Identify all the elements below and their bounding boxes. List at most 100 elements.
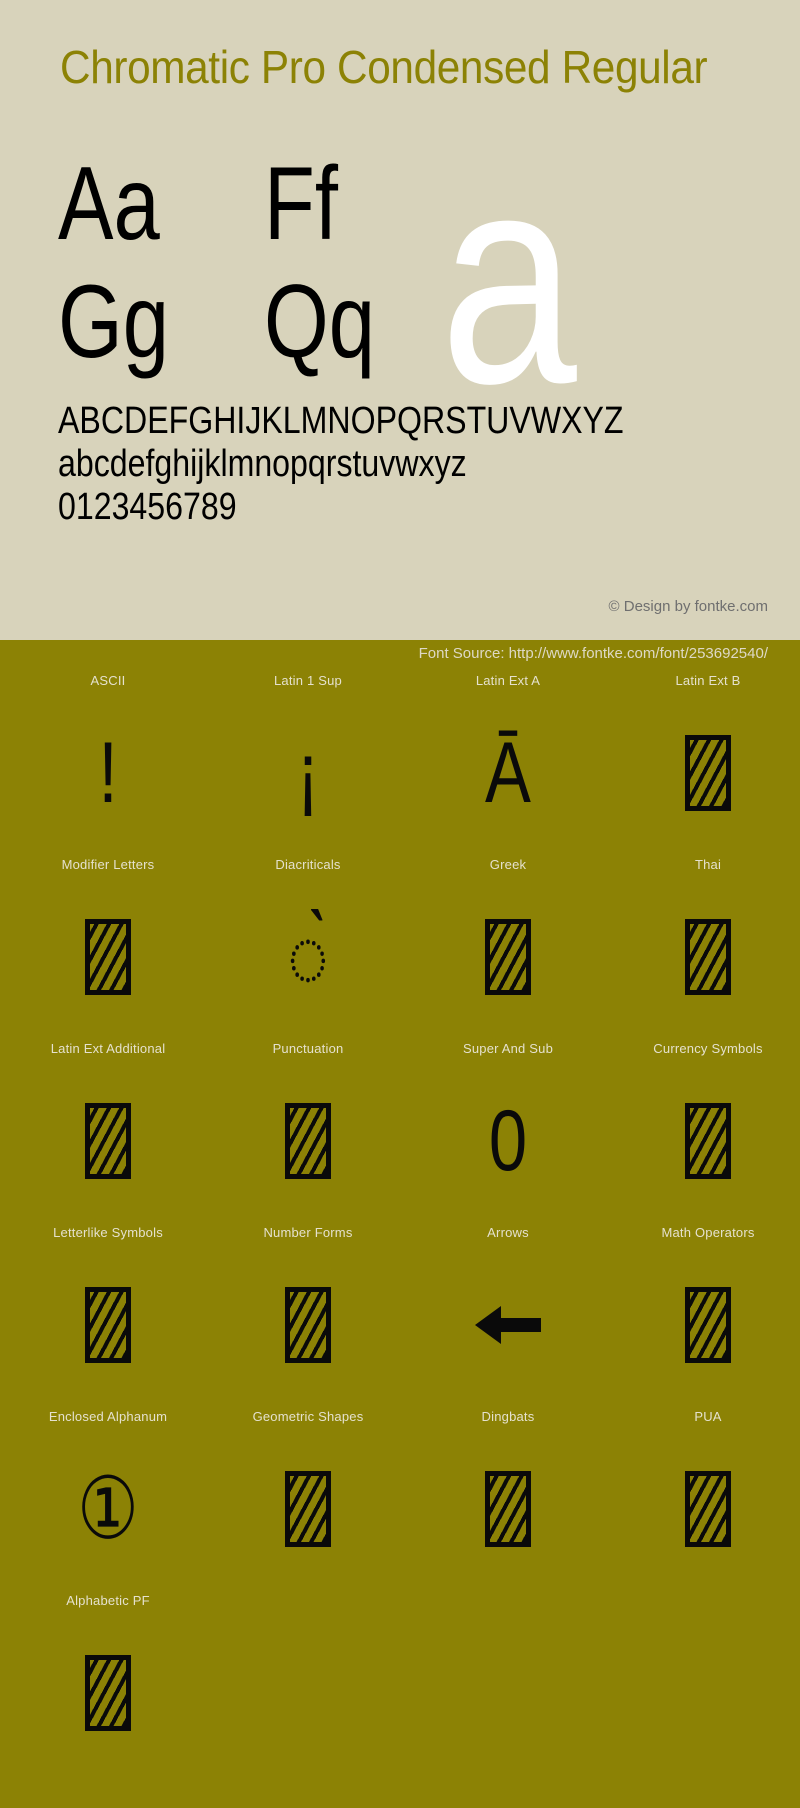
specimen-panel: Chromatic Pro Condensed Regular Aa Ff Gg…	[0, 0, 800, 640]
tofu-box-icon	[685, 1471, 731, 1547]
tofu-box-icon	[85, 919, 131, 995]
waterfall-samples: Aa Ff Gg Qq	[58, 148, 478, 384]
uppercase-alphabet: ABCDEFGHIJKLMNOPQRSTUVWXYZ	[58, 400, 624, 442]
unicode-block-label: Thai	[694, 857, 722, 872]
unicode-block-label: Modifier Letters	[61, 857, 155, 872]
tofu-box-icon	[285, 1287, 331, 1363]
unicode-block-cell-diacriticals[interactable]: Diacriticals ◌̀	[216, 856, 400, 1040]
tofu-box-icon	[685, 735, 731, 811]
tofu-box-icon	[685, 1103, 731, 1179]
unicode-block-cell-punctuation[interactable]: Punctuation	[216, 1040, 400, 1224]
left-arrow-icon	[416, 1250, 600, 1400]
tofu-box-icon	[285, 1103, 331, 1179]
unicode-block-label: ASCII	[90, 673, 126, 688]
unicode-block-cell-math-operators[interactable]: Math Operators	[616, 1224, 800, 1408]
unicode-block-row: Modifier Letters Diacriticals ◌̀ Greek Thai	[0, 856, 800, 1040]
missing-glyph-box-icon	[616, 1066, 800, 1216]
display-glyph: a	[440, 110, 577, 446]
unicode-block-cell-thai[interactable]: Thai	[616, 856, 800, 1040]
unicode-block-cell-latin-ext-a[interactable]: Latin Ext A Ā	[416, 672, 600, 856]
unicode-block-cell-arrows[interactable]: Arrows	[416, 1224, 600, 1408]
unicode-block-label: Greek	[489, 857, 527, 872]
waterfall-sample-ff: Ff	[263, 146, 338, 262]
unicode-block-label: Punctuation	[272, 1041, 344, 1056]
unicode-block-label: Number Forms	[263, 1225, 353, 1240]
unicode-block-cell-letterlike-symbols[interactable]: Letterlike Symbols	[16, 1224, 200, 1408]
tofu-box-icon	[685, 1287, 731, 1363]
missing-glyph-box-icon	[616, 1434, 800, 1584]
missing-glyph-box-icon	[16, 1618, 200, 1768]
unicode-block-label: Latin Ext A	[475, 673, 541, 688]
unicode-block-cell-latin-1-sup[interactable]: Latin 1 Sup ¡	[216, 672, 400, 856]
missing-glyph-box-icon	[216, 1434, 400, 1584]
missing-glyph-box-icon	[16, 882, 200, 1032]
unicode-block-label: Latin Ext Additional	[50, 1041, 166, 1056]
unicode-block-label: PUA	[694, 1409, 722, 1424]
unicode-block-label: Dingbats	[481, 1409, 535, 1424]
missing-glyph-box-icon	[16, 1066, 200, 1216]
unicode-block-cell-latin-ext-b[interactable]: Latin Ext B	[616, 672, 800, 856]
sample-glyph: ◌̀	[287, 909, 329, 1005]
unicode-block-row: ASCII! Latin 1 Sup ¡ Latin Ext A Ā Latin Ext …	[0, 672, 800, 856]
design-credit: © Design by fontke.com	[608, 598, 768, 615]
sample-glyph: ¡	[296, 725, 320, 821]
unicode-block-cell-modifier-letters[interactable]: Modifier Letters	[16, 856, 200, 1040]
left-arrow-icon	[475, 1306, 541, 1344]
unicode-block-label: Super And Sub	[462, 1041, 554, 1056]
waterfall-sample-gg: Gg	[58, 264, 169, 380]
sample-glyph: !	[98, 725, 118, 821]
unicode-block-cell-enclosed-alphanum[interactable]: Enclosed Alphanum ①	[16, 1408, 200, 1592]
unicode-block-row: Alphabetic PF	[0, 1592, 800, 1776]
unicode-block-cell-pua[interactable]: PUA	[616, 1408, 800, 1592]
unicode-block-grid: ASCII! Latin 1 Sup ¡ Latin Ext A Ā Latin Ext …	[0, 672, 800, 1776]
unicode-block-cell-geometric-shapes[interactable]: Geometric Shapes	[216, 1408, 400, 1592]
unicode-block-label: Currency Symbols	[653, 1041, 763, 1056]
missing-glyph-box-icon	[616, 1250, 800, 1400]
unicode-block-label: Latin 1 Sup	[274, 673, 342, 688]
page-title: Chromatic Pro Condensed Regular	[60, 41, 708, 93]
missing-glyph-box-icon	[616, 882, 800, 1032]
waterfall-sample-aa: Aa	[58, 146, 160, 262]
unicode-block-label: Letterlike Symbols	[53, 1225, 163, 1240]
tofu-box-icon	[485, 1471, 531, 1547]
missing-glyph-box-icon	[416, 1434, 600, 1584]
unicode-block-cell-number-forms[interactable]: Number Forms	[216, 1224, 400, 1408]
unicode-block-cell-currency-symbols[interactable]: Currency Symbols	[616, 1040, 800, 1224]
unicode-block-cell-dingbats[interactable]: Dingbats	[416, 1408, 600, 1592]
sample-glyph: Ā	[485, 725, 531, 821]
sample-glyph: ①	[77, 1461, 139, 1557]
unicode-block-cell-alphabetic-pf[interactable]: Alphabetic PF	[16, 1592, 200, 1776]
font-source-link[interactable]: Font Source: http://www.fontke.com/font/…	[419, 645, 768, 662]
unicode-block-cell-super-and-sub[interactable]: Super And Sub 0	[416, 1040, 600, 1224]
unicode-block-row: Letterlike Symbols Number Forms Arrows Math…	[0, 1224, 800, 1408]
waterfall-row: Aa Ff	[58, 148, 478, 266]
font-source-bar: Font Source: http://www.fontke.com/font/…	[0, 640, 800, 672]
unicode-block-label: Diacriticals	[275, 857, 341, 872]
unicode-block-label: Enclosed Alphanum	[48, 1409, 168, 1424]
unicode-block-label: Alphabetic PF	[66, 1593, 150, 1608]
waterfall-row: Gg Qq	[58, 266, 478, 384]
tofu-box-icon	[85, 1287, 131, 1363]
waterfall-sample-qq: Qq	[263, 264, 375, 380]
tofu-box-icon	[85, 1103, 131, 1179]
unicode-block-label: Arrows	[487, 1225, 529, 1240]
unicode-block-cell-ascii[interactable]: ASCII!	[16, 672, 200, 856]
lowercase-alphabet: abcdefghijklmnopqrstuvwxyz	[58, 443, 467, 485]
unicode-block-cell-latin-ext-additional[interactable]: Latin Ext Additional	[16, 1040, 200, 1224]
unicode-block-label: Geometric Shapes	[252, 1409, 364, 1424]
missing-glyph-box-icon	[216, 1250, 400, 1400]
unicode-block-label: Math Operators	[661, 1225, 755, 1240]
tofu-box-icon	[285, 1471, 331, 1547]
font-specimen-page: Chromatic Pro Condensed Regular Aa Ff Gg…	[0, 0, 800, 1808]
tofu-box-icon	[685, 919, 731, 995]
missing-glyph-box-icon	[616, 698, 800, 848]
missing-glyph-box-icon	[16, 1250, 200, 1400]
digit-sample: 0123456789	[58, 486, 237, 528]
unicode-block-row: Enclosed Alphanum ① Geometric Shapes Dingba…	[0, 1408, 800, 1592]
tofu-box-icon	[85, 1655, 131, 1731]
unicode-block-cell-greek[interactable]: Greek	[416, 856, 600, 1040]
alphabet-samples: ABCDEFGHIJKLMNOPQRSTUVWXYZ abcdefghijklm…	[58, 400, 758, 529]
unicode-block-row: Latin Ext Additional Punctuation Super And…	[0, 1040, 800, 1224]
missing-glyph-box-icon	[216, 1066, 400, 1216]
tofu-box-icon	[485, 919, 531, 995]
